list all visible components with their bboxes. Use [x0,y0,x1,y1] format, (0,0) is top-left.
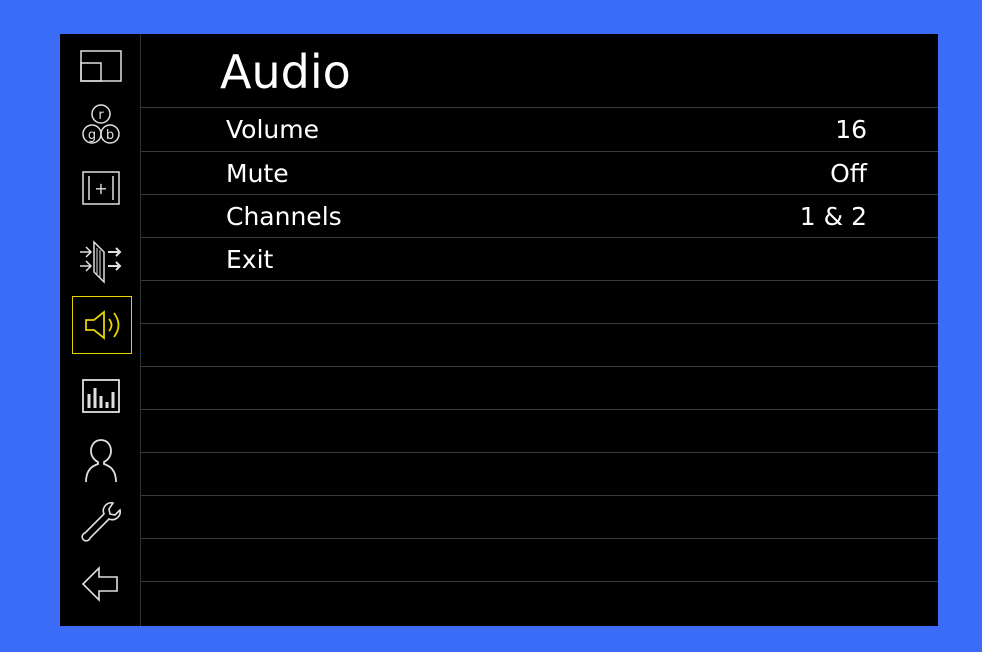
menu-item-mute[interactable]: Mute Off [141,152,938,195]
osd-content: Audio Volume 16 Mute Off Channels 1 & 2 … [141,34,938,626]
input-arrows-icon[interactable] [72,232,130,290]
marker-plus-glyph: + [94,179,107,198]
menu-item-value: Off [830,159,867,188]
menu-item-channels[interactable]: Channels 1 & 2 [141,195,938,238]
user-icon[interactable] [72,434,130,486]
menu-item-value: 1 & 2 [799,202,867,231]
menu-item-value: 16 [835,115,867,144]
row-divider [141,280,938,281]
menu-item-label: Exit [226,245,274,274]
menu-item-label: Channels [226,202,342,231]
row-divider [141,323,938,324]
back-arrow-icon[interactable] [72,562,130,606]
rgb-color-icon[interactable]: r g b [72,96,130,156]
rgb-b-glyph: b [106,128,114,143]
menu-item-label: Mute [226,159,289,188]
rgb-r-glyph: r [98,108,104,123]
window-layout-icon[interactable] [72,43,130,87]
osd-panel: r g b + Audio Volume 16 Mute Off Channel… [60,34,938,626]
menu-item-volume[interactable]: Volume 16 [141,108,938,151]
row-divider [141,581,938,582]
menu-item-exit[interactable]: Exit [141,238,938,281]
menu-item-label: Volume [226,115,319,144]
marker-plus-icon[interactable]: + [72,166,130,210]
wrench-icon[interactable] [72,494,130,552]
speaker-icon[interactable] [72,296,132,354]
rgb-g-glyph: g [88,128,96,143]
page-title: Audio [220,45,351,99]
row-divider [141,495,938,496]
osd-sidebar: r g b + [60,34,141,626]
row-divider [141,452,938,453]
audio-meter-icon[interactable] [72,374,130,418]
row-divider [141,366,938,367]
row-divider [141,538,938,539]
row-divider [141,409,938,410]
